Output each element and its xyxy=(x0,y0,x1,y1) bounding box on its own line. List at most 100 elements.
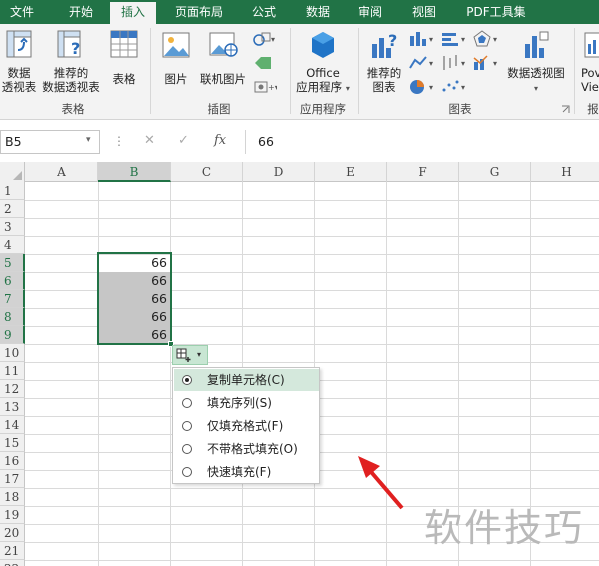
group-label-tables: 表格 xyxy=(61,102,85,116)
column-header[interactable]: D xyxy=(243,162,315,182)
row-header[interactable]: 2 xyxy=(0,200,25,218)
recommended-pivot-button[interactable]: ? 推荐的 数据透视表 xyxy=(40,30,102,96)
formula-input[interactable]: 66 xyxy=(245,130,599,154)
row-header[interactable]: 18 xyxy=(0,488,25,506)
column-header[interactable]: F xyxy=(387,162,459,182)
radio-icon xyxy=(182,421,192,431)
column-header[interactable]: G xyxy=(459,162,531,182)
menu-item-fill-series[interactable]: 填充序列(S) xyxy=(174,392,319,414)
menu-item-label: 复制单元格(C) xyxy=(207,373,285,387)
row-header[interactable]: 11 xyxy=(0,362,25,380)
row-header[interactable]: 13 xyxy=(0,398,25,416)
menu-item-label: 填充序列(S) xyxy=(207,396,272,410)
power-view-button[interactable]: Pov Vie xyxy=(578,30,599,96)
table-button[interactable]: 表格 xyxy=(106,30,142,96)
row-header[interactable]: 20 xyxy=(0,524,25,542)
row-header[interactable]: 21 xyxy=(0,542,25,560)
row-header[interactable]: 4 xyxy=(0,236,25,254)
pivot-table-button[interactable]: 数据 透视表 xyxy=(0,30,38,96)
tab-page-layout[interactable]: 页面布局 xyxy=(166,0,232,24)
column-header[interactable]: C xyxy=(171,162,243,182)
radar-chart-icon[interactable]: ▾ xyxy=(472,30,502,48)
office-store-icon xyxy=(312,32,334,58)
select-all-corner[interactable] xyxy=(0,162,25,182)
tab-file[interactable]: 文件 xyxy=(0,0,44,24)
online-picture-button[interactable]: 联机图片 xyxy=(196,30,250,96)
svg-text:▾: ▾ xyxy=(493,35,497,44)
row-header[interactable]: 9 xyxy=(0,326,25,344)
office-apps-label-1: Office xyxy=(306,66,340,80)
recommended-charts-button[interactable]: ? 推荐的 图表 xyxy=(362,30,406,96)
insert-function-icon[interactable]: fx xyxy=(214,133,226,148)
svg-text:?: ? xyxy=(388,31,397,50)
row-header[interactable]: 12 xyxy=(0,380,25,398)
screenshot-icon[interactable]: +▾ xyxy=(253,78,277,96)
dialog-launcher-icon[interactable] xyxy=(561,105,570,114)
tab-insert[interactable]: 插入 xyxy=(110,2,156,24)
pie-chart-icon[interactable]: ▾ xyxy=(408,78,438,96)
row-header[interactable]: 7 xyxy=(0,290,25,308)
tab-pdf-tools[interactable]: PDF工具集 xyxy=(456,0,536,24)
name-box-dropdown-icon[interactable]: ▾ xyxy=(86,135,91,145)
auto-fill-options-icon xyxy=(176,348,191,362)
tab-home[interactable]: 开始 xyxy=(56,0,106,24)
smartart-icon[interactable] xyxy=(253,54,277,72)
svg-text:▾: ▾ xyxy=(271,35,275,44)
menu-item-fill-formatting-only[interactable]: 仅填充格式(F) xyxy=(174,415,319,437)
row-header[interactable]: 1 xyxy=(0,182,25,200)
bar-chart-icon[interactable]: ▾ xyxy=(440,30,470,48)
tab-review[interactable]: 审阅 xyxy=(348,0,392,24)
power-view-icon xyxy=(584,32,599,58)
row-header[interactable]: 10 xyxy=(0,344,25,362)
row-header[interactable]: 14 xyxy=(0,416,25,434)
row-header[interactable]: 5 xyxy=(0,254,25,272)
line-chart-icon[interactable]: ▾ xyxy=(408,54,438,72)
enter-icon[interactable]: ✓ xyxy=(178,133,189,148)
column-header[interactable]: B xyxy=(98,162,171,182)
stock-chart-icon[interactable]: ▾ xyxy=(440,54,470,72)
auto-fill-options-button[interactable]: ▾ xyxy=(172,345,208,365)
gridline xyxy=(25,488,599,489)
row-header[interactable]: 3 xyxy=(0,218,25,236)
tab-view[interactable]: 视图 xyxy=(402,0,446,24)
formula-bar: B5 ▾ ⋮ ✕ ✓ fx 66 xyxy=(0,129,599,155)
table-icon xyxy=(110,30,138,58)
column-header[interactable]: E xyxy=(315,162,387,182)
radio-icon xyxy=(182,398,192,408)
annotation-arrow-icon xyxy=(358,456,404,510)
row-header[interactable]: 19 xyxy=(0,506,25,524)
group-label-illustrations: 插图 xyxy=(207,102,231,116)
scatter-chart-icon[interactable]: ▾ xyxy=(440,78,470,96)
office-apps-button[interactable]: Office 应用程序 ▾ xyxy=(292,30,354,96)
row-header[interactable]: 17 xyxy=(0,470,25,488)
pivot-chart-button[interactable]: 数据透视图 ▾ xyxy=(504,30,568,96)
svg-text:▾: ▾ xyxy=(461,59,465,68)
column-header[interactable]: A xyxy=(26,162,98,182)
column-chart-icon[interactable]: ▾ xyxy=(408,30,438,48)
row-header[interactable]: 15 xyxy=(0,434,25,452)
name-box[interactable]: B5 xyxy=(0,130,100,154)
menu-item-label: 不带格式填充(O) xyxy=(207,442,298,456)
formula-bar-grip-icon[interactable]: ⋮ xyxy=(113,134,125,148)
menu-item-flash-fill[interactable]: 快速填充(F) xyxy=(174,461,319,483)
tab-formulas[interactable]: 公式 xyxy=(240,0,288,24)
row-header[interactable]: 8 xyxy=(0,308,25,326)
picture-button[interactable]: 图片 xyxy=(156,30,196,96)
radio-icon xyxy=(182,467,192,477)
row-header[interactable]: 22 xyxy=(0,560,25,566)
online-picture-icon xyxy=(209,32,238,57)
menu-item-fill-without-formatting[interactable]: 不带格式填充(O) xyxy=(174,438,319,460)
cancel-icon[interactable]: ✕ xyxy=(144,133,155,148)
auto-fill-options-menu: 复制单元格(C) 填充序列(S) 仅填充格式(F) 不带格式填充(O) 快速填充… xyxy=(172,367,320,484)
row-header[interactable]: 6 xyxy=(0,272,25,290)
menu-item-copy-cells[interactable]: 复制单元格(C) xyxy=(174,369,319,391)
shapes-icon[interactable]: ▾ xyxy=(253,30,277,48)
combo-chart-icon[interactable]: ▾ xyxy=(472,54,502,72)
svg-text:▾: ▾ xyxy=(429,83,433,92)
select-all-icon xyxy=(13,171,22,180)
tab-data[interactable]: 数据 xyxy=(296,0,340,24)
column-header[interactable]: H xyxy=(531,162,599,182)
row-header[interactable]: 16 xyxy=(0,452,25,470)
gridline xyxy=(25,560,599,561)
gridline xyxy=(25,200,599,201)
